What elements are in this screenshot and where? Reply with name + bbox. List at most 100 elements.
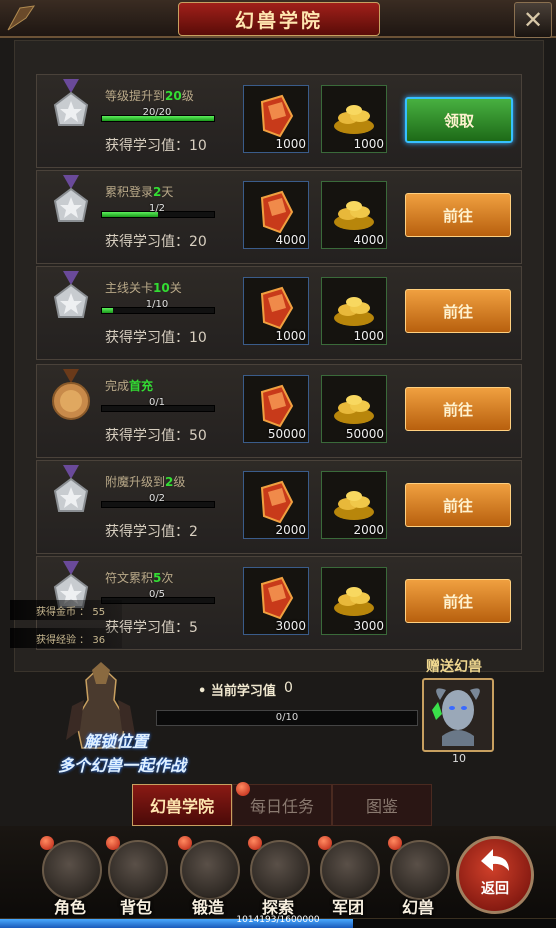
quest-points: 获得学习值：50: [105, 428, 207, 444]
reward-gold-slot[interactable]: 4000: [321, 181, 387, 249]
quest-points: 获得学习值：10: [105, 330, 207, 346]
quest-row: 完成首充 0/1 获得学习值：50 50000 50000 前往: [36, 364, 522, 458]
crystal-icon: [260, 480, 294, 524]
notification-dot-icon: [318, 836, 332, 850]
notification-dot-icon: [236, 782, 250, 796]
gauntlet-icon: [320, 840, 380, 900]
learning-progress-text: 0/10: [275, 712, 299, 723]
gift-beast-label: 赠送幻兽: [426, 659, 482, 675]
reward-crystal-slot[interactable]: 2000: [243, 471, 309, 539]
reward-crystal-slot[interactable]: 4000: [243, 181, 309, 249]
page-title: 幻兽学院: [178, 2, 380, 36]
unlock-line-2: 多个幻兽一起作战: [58, 756, 187, 775]
reward-amount: 50000: [345, 427, 384, 441]
nav-button[interactable]: 锻造: [176, 836, 240, 920]
notification-dot-icon: [388, 836, 402, 850]
gold-pile-icon: [334, 395, 374, 424]
reward-amount: 4000: [275, 233, 306, 247]
quest-progress-text: 0/1: [148, 397, 166, 408]
magnifier-icon: [250, 840, 310, 900]
back-label: 返回: [481, 881, 509, 897]
reward-gold-slot[interactable]: 50000: [321, 375, 387, 443]
tab-beast-academy[interactable]: 幻兽学院: [132, 784, 232, 826]
beast-icon: [390, 840, 450, 900]
notification-dot-icon: [106, 836, 120, 850]
reward-amount: 3000: [275, 619, 306, 633]
nav-button[interactable]: 幻兽: [386, 836, 450, 920]
reward-gold-slot[interactable]: 3000: [321, 567, 387, 635]
quest-points: 获得学习值：10: [105, 138, 207, 154]
quest-title: 符文累积5次: [105, 571, 174, 585]
gold-pile-icon: [334, 297, 374, 326]
close-x-icon: ✕: [522, 6, 544, 34]
gold-pile-icon: [334, 201, 374, 230]
reward-crystal-slot[interactable]: 50000: [243, 375, 309, 443]
reward-amount: 2000: [353, 523, 384, 537]
quest-progress-text: 0/5: [148, 589, 166, 600]
notification-dot-icon: [248, 836, 262, 850]
goto-button[interactable]: 前往: [405, 387, 511, 431]
crystal-icon: [260, 190, 294, 234]
goto-button[interactable]: 前往: [405, 289, 511, 333]
reward-amount: 1000: [353, 137, 384, 151]
quest-title: 等级提升到20级: [105, 89, 194, 103]
gold-pile-icon: [334, 587, 374, 616]
unlock-line-1: 解锁位置: [84, 732, 149, 751]
reward-amount: 3000: [353, 619, 384, 633]
tab-codex[interactable]: 图鉴: [332, 784, 432, 826]
quest-points: 获得学习值：2: [105, 524, 198, 540]
corner-ornament-icon: [7, 5, 36, 31]
goto-button[interactable]: 前往: [405, 579, 511, 623]
beast-avatar-icon: [432, 688, 480, 746]
quest-row: 主线关卡10关 1/10 获得学习值：10 1000 1000 前往: [36, 266, 522, 360]
claim-button[interactable]: 领取: [405, 97, 513, 143]
nav-button[interactable]: 角色: [38, 836, 102, 920]
current-points-value: 0: [284, 680, 293, 696]
reward-gold-slot[interactable]: 1000: [321, 85, 387, 153]
gold-pile-icon: [334, 491, 374, 520]
goto-button[interactable]: 前往: [405, 483, 511, 527]
close-button[interactable]: ✕: [514, 2, 552, 38]
notification-dot-icon: [178, 836, 192, 850]
hammer-icon: [180, 840, 240, 900]
exp-gain-tag: 获得经验 ： 36: [10, 628, 122, 648]
crystal-icon: [260, 286, 294, 330]
nav-button[interactable]: 背包: [104, 836, 168, 920]
gift-beast-slot[interactable]: [422, 678, 494, 752]
quest-title: 附魔升级到2级: [105, 475, 186, 489]
reward-amount: 2000: [275, 523, 306, 537]
quest-title: 累积登录2天: [105, 185, 174, 199]
nav-button[interactable]: 探索: [246, 836, 310, 920]
gift-beast-count: 10: [452, 752, 466, 765]
reward-amount: 1000: [275, 137, 306, 151]
quest-progress-text: 0/2: [148, 493, 166, 504]
reward-gold-slot[interactable]: 1000: [321, 277, 387, 345]
reward-crystal-slot[interactable]: 1000: [243, 277, 309, 345]
bag-icon: [108, 840, 168, 900]
title-bar: 幻兽学院 ✕: [0, 0, 556, 38]
gold-pile-icon: [334, 105, 374, 134]
back-arrow-icon: [481, 849, 509, 871]
quest-title: 完成首充: [105, 379, 154, 393]
quest-progress-text: 20/20: [142, 107, 172, 118]
reward-amount: 50000: [267, 427, 306, 441]
reward-crystal-slot[interactable]: 1000: [243, 85, 309, 153]
tab-bar: 幻兽学院 每日任务 图鉴: [132, 784, 432, 826]
quest-row: 等级提升到20级 20/20 获得学习值：10 1000 1000 领取: [36, 74, 522, 168]
reward-amount: 1000: [353, 329, 384, 343]
back-button[interactable]: [456, 836, 534, 914]
quest-row: 累积登录2天 1/2 获得学习值：20 4000 4000 前往: [36, 170, 522, 264]
crystal-icon: [260, 384, 294, 428]
quest-row: 附魔升级到2级 0/2 获得学习值：2 2000 2000 前往: [36, 460, 522, 554]
quest-progress-text: 1/10: [145, 299, 169, 310]
quest-title: 主线关卡10关: [105, 281, 182, 295]
goto-button[interactable]: 前往: [405, 193, 511, 237]
exp-text: 1014193/1600000: [236, 915, 320, 925]
reward-crystal-slot[interactable]: 3000: [243, 567, 309, 635]
reward-amount: 4000: [353, 233, 384, 247]
current-points-label: • 当前学习值: [198, 684, 276, 699]
crystal-icon: [260, 94, 294, 138]
nav-button[interactable]: 军团: [316, 836, 380, 920]
notification-dot-icon: [40, 836, 54, 850]
reward-gold-slot[interactable]: 2000: [321, 471, 387, 539]
